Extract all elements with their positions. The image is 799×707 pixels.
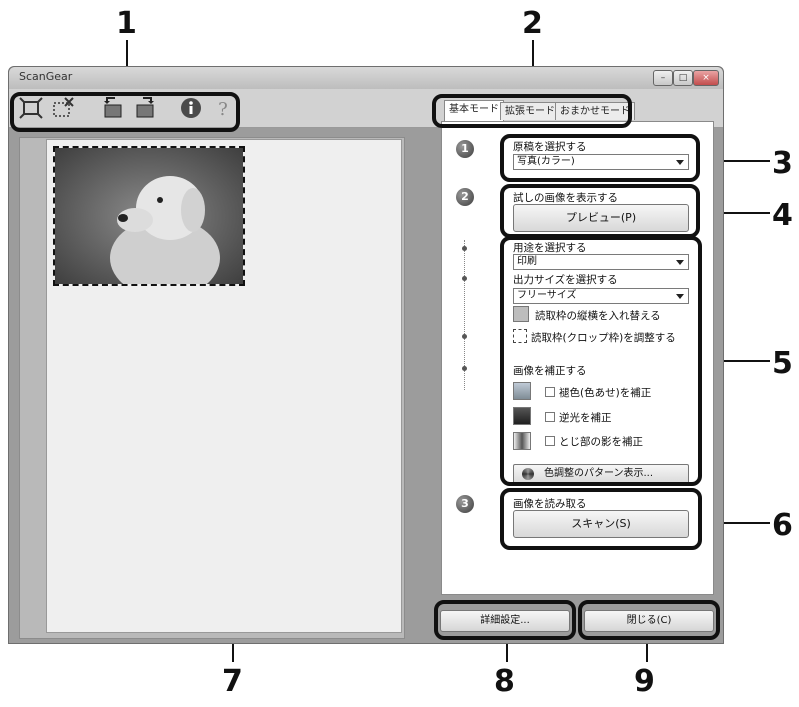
callout-4: 4 (772, 198, 793, 233)
step-1-marker: 1 (456, 140, 474, 158)
guide-dot (462, 246, 467, 251)
guide-dot (462, 276, 467, 281)
callout-5: 5 (772, 346, 793, 381)
callout-5-highlight (500, 236, 702, 486)
callout-6-highlight (500, 488, 702, 550)
step-2-marker: 2 (456, 188, 474, 206)
callout-1: 1 (116, 6, 137, 41)
preview-thumbnail[interactable] (53, 146, 245, 286)
close-window-button[interactable]: × (693, 70, 719, 86)
callout-2-highlight (432, 94, 632, 128)
guide-dot (462, 366, 467, 371)
callout-2: 2 (522, 6, 543, 41)
callout-3-highlight (500, 134, 700, 182)
callout-1-highlight (10, 92, 240, 132)
callout-8-highlight (434, 600, 576, 640)
dog-photo (55, 148, 243, 284)
minimize-button[interactable]: – (653, 70, 673, 86)
window-title: ScanGear (19, 70, 73, 83)
maximize-button[interactable]: □ (673, 70, 693, 86)
guide-dot (462, 334, 467, 339)
callout-3: 3 (772, 146, 793, 181)
callout-9-highlight (578, 600, 720, 640)
callout-6: 6 (772, 508, 793, 543)
callout-7: 7 (222, 664, 243, 699)
callout-8: 8 (494, 664, 515, 699)
step-3-marker: 3 (456, 495, 474, 513)
callout-9: 9 (634, 664, 655, 699)
title-bar[interactable]: ScanGear – □ × (9, 67, 723, 89)
callout-4-highlight (500, 184, 700, 238)
